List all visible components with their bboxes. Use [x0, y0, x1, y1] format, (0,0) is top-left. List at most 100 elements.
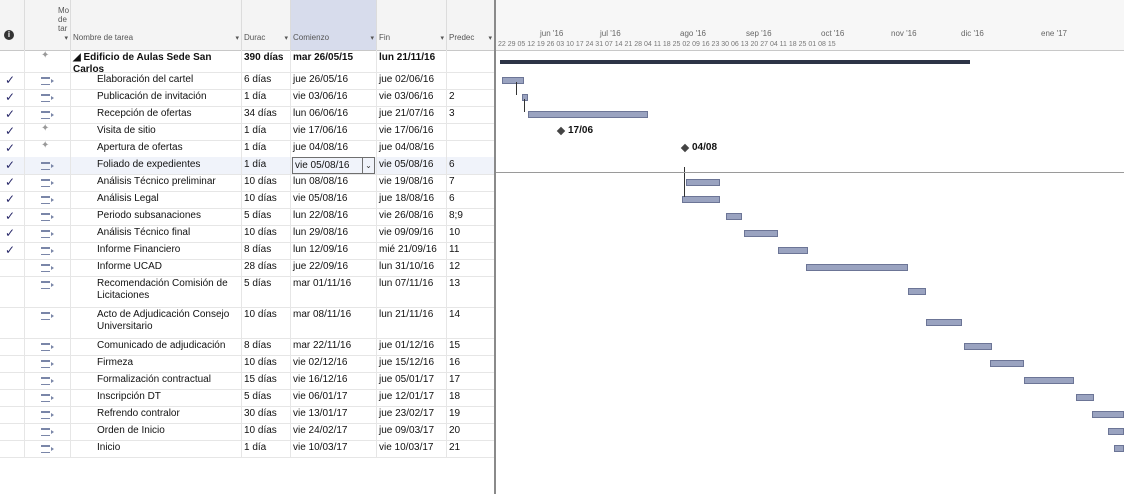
- task-mode-column-header[interactable]: Mo de tar ▾: [25, 0, 71, 50]
- start-cell[interactable]: vie 24/02/17: [291, 423, 377, 440]
- predecessors-cell[interactable]: 13: [447, 276, 494, 307]
- task-bar[interactable]: [926, 319, 962, 326]
- task-mode-cell[interactable]: [25, 242, 71, 259]
- finish-cell[interactable]: jue 09/03/17: [377, 423, 447, 440]
- predecessors-cell[interactable]: [447, 50, 494, 72]
- task-row[interactable]: Firmeza 10 días vie 02/12/16 jue 15/12/16 16: [0, 355, 494, 373]
- task-bar[interactable]: [964, 343, 992, 350]
- finish-cell[interactable]: jue 21/07/16: [377, 106, 447, 123]
- duration-cell[interactable]: 1 día: [242, 123, 291, 140]
- chevron-down-icon[interactable]: ▾: [284, 34, 288, 42]
- task-bar[interactable]: [502, 77, 524, 84]
- task-name-cell[interactable]: Publicación de invitación: [71, 89, 242, 106]
- duration-cell[interactable]: 30 días: [242, 406, 291, 423]
- task-name-cell[interactable]: Inscripción DT: [71, 389, 242, 406]
- task-mode-cell[interactable]: [25, 372, 71, 389]
- finish-column-header[interactable]: Fin ▾: [377, 0, 447, 50]
- predecessors-cell[interactable]: 20: [447, 423, 494, 440]
- task-row[interactable]: ✓ Análisis Legal 10 días vie 05/08/16 jue 18…: [0, 191, 494, 209]
- duration-cell[interactable]: 1 día: [242, 89, 291, 106]
- task-name-cell[interactable]: Firmeza: [71, 355, 242, 372]
- predecessors-cell[interactable]: 11: [447, 242, 494, 259]
- task-bar[interactable]: [522, 94, 528, 101]
- start-cell[interactable]: mar 22/11/16: [291, 338, 377, 355]
- task-row[interactable]: ✓ ✦ Apertura de ofertas 1 día jue 04/08/16 ju…: [0, 140, 494, 158]
- task-bar[interactable]: [1024, 377, 1074, 384]
- finish-cell[interactable]: lun 31/10/16: [377, 259, 447, 276]
- task-mode-cell[interactable]: [25, 259, 71, 276]
- task-name-cell[interactable]: Informe UCAD: [71, 259, 242, 276]
- start-cell[interactable]: jue 22/09/16: [291, 259, 377, 276]
- task-name-cell[interactable]: Análisis Legal: [71, 191, 242, 208]
- task-name-cell[interactable]: Análisis Técnico preliminar: [71, 174, 242, 191]
- task-mode-cell[interactable]: [25, 423, 71, 440]
- finish-cell[interactable]: jue 02/06/16: [377, 72, 447, 89]
- task-row[interactable]: Inicio 1 día vie 10/03/17 vie 10/03/17 21: [0, 440, 494, 458]
- gantt-chart[interactable]: jun '16 jul '16 ago '16 sep '16 oct '16 nov '…: [496, 0, 1124, 494]
- task-name-column-header[interactable]: Nombre de tarea ▾: [71, 0, 242, 50]
- start-cell[interactable]: vie 02/12/16: [291, 355, 377, 372]
- chevron-down-icon[interactable]: ⌄: [362, 158, 374, 173]
- predecessors-cell[interactable]: 12: [447, 259, 494, 276]
- task-mode-cell[interactable]: [25, 72, 71, 89]
- duration-cell[interactable]: 5 días: [242, 389, 291, 406]
- finish-cell[interactable]: jue 23/02/17: [377, 406, 447, 423]
- task-mode-cell[interactable]: ✦: [25, 140, 71, 157]
- task-row[interactable]: Recomendación Comisión de Licitaciones 5 …: [0, 276, 494, 308]
- task-bar[interactable]: [990, 360, 1024, 367]
- task-row[interactable]: Comunicado de adjudicación 8 días mar 22/1…: [0, 338, 494, 356]
- duration-cell[interactable]: 10 días: [242, 174, 291, 191]
- duration-cell[interactable]: 15 días: [242, 372, 291, 389]
- start-cell[interactable]: vie 10/03/17: [291, 440, 377, 457]
- duration-cell[interactable]: 28 días: [242, 259, 291, 276]
- predecessors-cell[interactable]: 19: [447, 406, 494, 423]
- start-cell[interactable]: lun 12/09/16: [291, 242, 377, 259]
- task-row[interactable]: Orden de Inicio 10 días vie 24/02/17 jue 09…: [0, 423, 494, 441]
- milestone-diamond[interactable]: [556, 126, 566, 136]
- duration-cell[interactable]: 1 día: [242, 140, 291, 157]
- finish-cell[interactable]: vie 05/08/16: [377, 157, 447, 174]
- predecessors-cell[interactable]: 18: [447, 389, 494, 406]
- start-cell[interactable]: vie 17/06/16: [291, 123, 377, 140]
- duration-cell[interactable]: 8 días: [242, 242, 291, 259]
- start-cell[interactable]: lun 08/08/16: [291, 174, 377, 191]
- collapse-icon[interactable]: ◢: [73, 52, 83, 63]
- task-row[interactable]: ✓ ✦ Visita de sitio 1 día vie 17/06/16 vie 17…: [0, 123, 494, 141]
- indicators-column-header[interactable]: i: [0, 0, 25, 50]
- predecessors-cell[interactable]: [447, 123, 494, 140]
- task-bar[interactable]: [908, 288, 926, 295]
- chevron-down-icon[interactable]: ▾: [64, 34, 68, 42]
- start-cell[interactable]: mar 01/11/16: [291, 276, 377, 307]
- predecessors-cell[interactable]: 3: [447, 106, 494, 123]
- task-name-cell[interactable]: Acto de Adjudicación Consejo Universitar…: [71, 307, 242, 338]
- predecessors-cell[interactable]: 6: [447, 157, 494, 174]
- task-mode-cell[interactable]: [25, 389, 71, 406]
- start-cell[interactable]: vie 05/08/16 ⌄: [291, 157, 377, 174]
- task-name-cell[interactable]: Recepción de ofertas: [71, 106, 242, 123]
- task-name-cell[interactable]: Comunicado de adjudicación: [71, 338, 242, 355]
- start-cell[interactable]: lun 06/06/16: [291, 106, 377, 123]
- predecessors-cell[interactable]: 21: [447, 440, 494, 457]
- task-name-cell[interactable]: Apertura de ofertas: [71, 140, 242, 157]
- start-cell[interactable]: jue 04/08/16: [291, 140, 377, 157]
- task-mode-cell[interactable]: [25, 440, 71, 457]
- predecessors-cell[interactable]: 7: [447, 174, 494, 191]
- task-row[interactable]: Acto de Adjudicación Consejo Universitar…: [0, 307, 494, 339]
- duration-cell[interactable]: 1 día: [242, 157, 291, 174]
- predecessors-cell[interactable]: 15: [447, 338, 494, 355]
- chevron-down-icon[interactable]: ▾: [370, 34, 374, 42]
- task-mode-cell[interactable]: [25, 307, 71, 338]
- predecessors-cell[interactable]: 10: [447, 225, 494, 242]
- task-name-cell[interactable]: Recomendación Comisión de Licitaciones: [71, 276, 242, 307]
- predecessors-column-header[interactable]: Predec ▾: [447, 0, 494, 50]
- finish-cell[interactable]: lun 21/11/16: [377, 307, 447, 338]
- finish-cell[interactable]: vie 10/03/17: [377, 440, 447, 457]
- summary-task-row[interactable]: ✦ ◢ Edificio de Aulas Sede San Carlos 390 …: [0, 50, 494, 73]
- task-row[interactable]: ✓ Publicación de invitación 1 día vie 03/06…: [0, 89, 494, 107]
- start-cell[interactable]: vie 16/12/16: [291, 372, 377, 389]
- start-cell[interactable]: mar 26/05/15: [291, 50, 377, 72]
- finish-cell[interactable]: jue 04/08/16: [377, 140, 447, 157]
- task-mode-cell[interactable]: [25, 174, 71, 191]
- task-bar[interactable]: [1108, 428, 1124, 435]
- start-cell[interactable]: vie 06/01/17: [291, 389, 377, 406]
